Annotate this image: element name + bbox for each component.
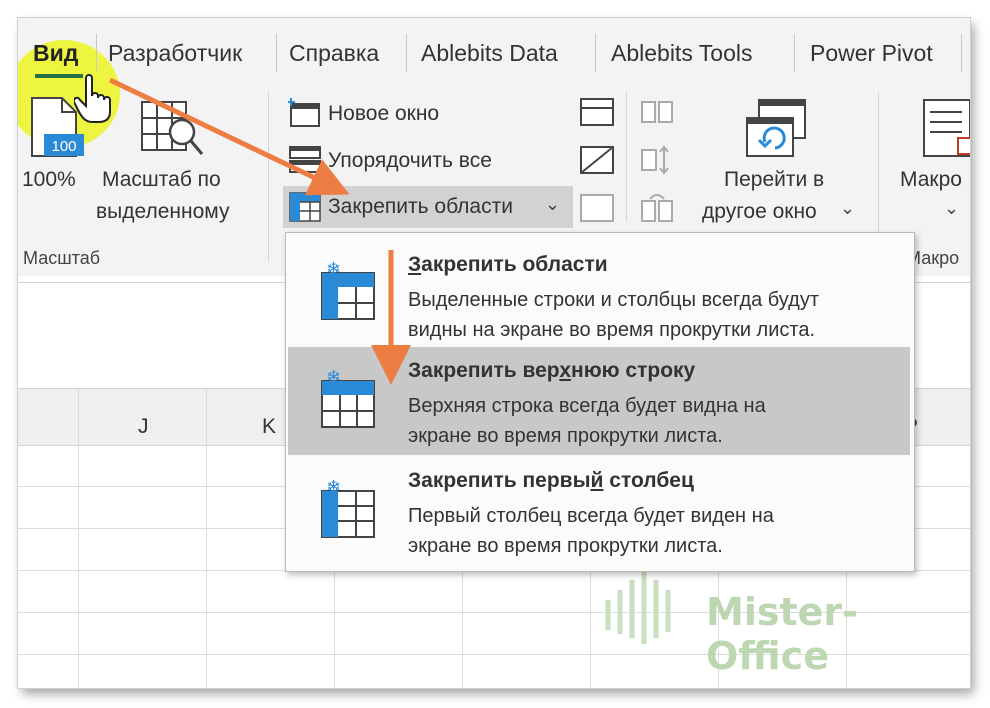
arrow-to-freeze-panes (108, 77, 350, 196)
excel-window: Вид Разработчик Справка Ablebits Data Ab… (18, 18, 970, 688)
hand-cursor-icon (74, 74, 111, 123)
annotation-arrows (108, 77, 411, 385)
